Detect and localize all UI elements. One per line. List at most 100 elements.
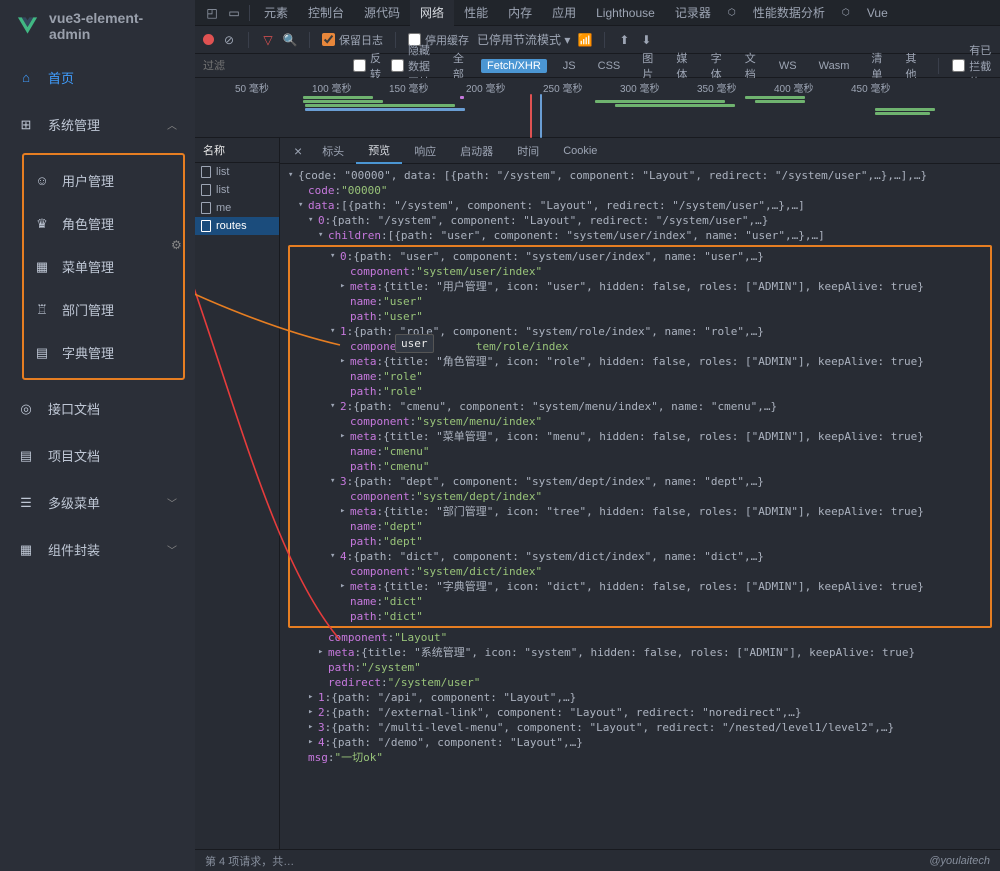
timeline-labels: 50 毫秒 100 毫秒 150 毫秒 200 毫秒 250 毫秒 300 毫秒… [195, 78, 1000, 95]
download-icon[interactable]: ⬇ [639, 33, 653, 47]
devtools-tabs: ◰ ▭ 元素 控制台 源代码 网络 性能 内存 应用 Lighthouse 记录… [195, 0, 1000, 26]
sub-label: 部门管理 [62, 300, 114, 319]
nav-label: 系统管理 [48, 115, 100, 134]
separator [938, 58, 939, 74]
tl-tick: 250 毫秒 [543, 80, 620, 95]
nav-home[interactable]: ⌂ 首页 [0, 54, 195, 101]
status-right: @youlaitech [929, 855, 990, 867]
separator [248, 32, 249, 48]
request-item[interactable]: routes [195, 217, 279, 235]
user-icon: ☺ [34, 173, 50, 189]
filter-ws[interactable]: WS [773, 59, 803, 73]
component-icon: ▦ [18, 542, 34, 558]
filter-js[interactable]: JS [557, 59, 582, 73]
preview-tabs: × 标头 预览 响应 启动器 时间 Cookie [280, 138, 1000, 164]
nav-user-mgmt[interactable]: ☺ 用户管理 [24, 159, 183, 202]
checkbox-label: 反转 [370, 50, 381, 82]
tab-application[interactable]: 应用 [542, 0, 586, 26]
network-timeline[interactable]: 50 毫秒 100 毫秒 150 毫秒 200 毫秒 250 毫秒 300 毫秒… [195, 78, 1000, 138]
nav-multi-menu[interactable]: ☰多级菜单﹀ [0, 479, 195, 526]
tab-memory[interactable]: 内存 [498, 0, 542, 26]
request-item[interactable]: me [195, 199, 279, 217]
tab-elements[interactable]: 元素 [254, 0, 298, 26]
filter-fetch-xhr[interactable]: Fetch/XHR [481, 59, 547, 73]
tl-tick: 400 毫秒 [774, 80, 851, 95]
tab-headers[interactable]: 标头 [310, 138, 356, 164]
tab-recorder[interactable]: 记录器 [665, 0, 721, 26]
preview-badge-icon: ⬡ [721, 2, 743, 24]
doc-icon [201, 184, 211, 196]
tab-preview[interactable]: 预览 [356, 138, 402, 164]
inspect-icon[interactable]: ◰ [201, 2, 223, 24]
filter-icon[interactable]: ▽ [261, 33, 275, 47]
logo-row: vue3-element-admin [0, 10, 195, 54]
nav-dept-mgmt[interactable]: ♖ 部门管理 [24, 288, 183, 331]
nav-menu-mgmt[interactable]: ▦菜单管理 [24, 245, 183, 288]
search-icon[interactable]: 🔍 [283, 33, 297, 47]
nav-proj-docs[interactable]: ▤项目文档 [0, 432, 195, 479]
settings-icon: ⊞ [18, 117, 34, 133]
tl-tick: 350 毫秒 [697, 80, 774, 95]
request-item[interactable]: list [195, 163, 279, 181]
filter-css[interactable]: CSS [592, 59, 627, 73]
separator [604, 32, 605, 48]
throttling-select[interactable]: 已停用节流模式 ▾ [477, 31, 570, 48]
tab-lighthouse[interactable]: Lighthouse [586, 0, 665, 26]
tab-console[interactable]: 控制台 [298, 0, 354, 26]
record-icon[interactable] [203, 34, 214, 45]
device-icon[interactable]: ▭ [223, 2, 245, 24]
tab-initiator[interactable]: 启动器 [448, 138, 505, 164]
home-icon: ⌂ [18, 70, 34, 86]
tl-tick: 450 毫秒 [851, 80, 928, 95]
tab-sources[interactable]: 源代码 [354, 0, 410, 26]
sub-label: 用户管理 [62, 171, 114, 190]
doc-icon [201, 220, 211, 232]
tab-perf-insights[interactable]: 性能数据分析 [743, 0, 835, 26]
tl-tick: 150 毫秒 [389, 80, 466, 95]
nav-role-mgmt[interactable]: ♛角色管理 [24, 202, 183, 245]
json-preview[interactable]: ▾{code: "00000", data: [{path: "/system"… [280, 164, 1000, 849]
doc-icon [201, 166, 211, 178]
doc-icon: ▤ [18, 448, 34, 464]
nav-system[interactable]: ⊞ 系统管理 ︿ [0, 101, 195, 148]
tab-vue[interactable]: Vue [857, 0, 898, 26]
tab-response[interactable]: 响应 [402, 138, 448, 164]
app-sidebar: vue3-element-admin ⌂ 首页 ⊞ 系统管理 ︿ ☺ 用户管理 ♛… [0, 0, 195, 871]
filter-input[interactable] [203, 60, 343, 72]
filter-wasm[interactable]: Wasm [813, 59, 856, 73]
tab-timing[interactable]: 时间 [505, 138, 551, 164]
close-icon[interactable]: × [286, 143, 310, 159]
nav-dict-mgmt[interactable]: ▤字典管理 [24, 331, 183, 374]
nav-submenu-system: ☺ 用户管理 ♛角色管理 ▦菜单管理 ♖ 部门管理 ▤字典管理 [22, 153, 185, 380]
nav-components[interactable]: ▦组件封装﹀ [0, 526, 195, 573]
grid-icon: ▦ [34, 259, 50, 275]
separator [309, 32, 310, 48]
request-item[interactable]: list [195, 181, 279, 199]
list-icon: ☰ [18, 495, 34, 511]
request-name: list [216, 166, 229, 178]
tab-cookies[interactable]: Cookie [551, 138, 609, 164]
gear-icon[interactable]: ⚙ [171, 238, 182, 252]
vue-logo-icon [16, 14, 39, 38]
chevron-down-icon: ﹀ [167, 495, 177, 510]
devtools-panel: ◰ ▭ 元素 控制台 源代码 网络 性能 内存 应用 Lighthouse 记录… [195, 0, 1000, 871]
invert-checkbox[interactable]: 反转 [353, 50, 381, 82]
wifi-icon[interactable]: 📶 [578, 33, 592, 47]
checkbox-label: 保留日志 [339, 32, 383, 48]
doc-icon [201, 202, 211, 214]
request-name: list [216, 184, 229, 196]
tab-network[interactable]: 网络 [410, 0, 454, 26]
globe-icon: ◎ [18, 401, 34, 417]
clear-icon[interactable]: ⊘ [222, 33, 236, 47]
tree-icon: ♖ [34, 302, 50, 318]
upload-icon[interactable]: ⬆ [617, 33, 631, 47]
nav-api-docs[interactable]: ◎ 接口文档 [0, 385, 195, 432]
sub-label: 字典管理 [62, 343, 114, 362]
app-title: vue3-element-admin [49, 10, 179, 42]
preserve-log-checkbox[interactable]: 保留日志 [322, 32, 383, 48]
nav-label: 组件封装 [48, 540, 100, 559]
filter-bar: 反转 隐藏数据网址 全部 Fetch/XHR JS CSS 图片 媒体 字体 文… [195, 54, 1000, 78]
nav-label: 接口文档 [48, 399, 100, 418]
tab-performance[interactable]: 性能 [454, 0, 498, 26]
request-list-header: 名称 [195, 138, 279, 163]
